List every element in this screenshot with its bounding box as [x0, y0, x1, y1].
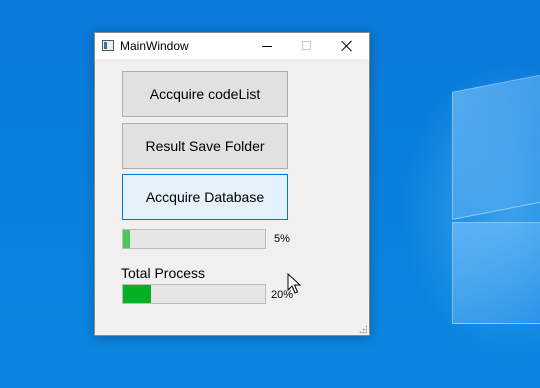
- total-progress-bar: [122, 284, 266, 304]
- minimize-button[interactable]: [247, 33, 287, 59]
- acquire-codelist-button[interactable]: Accquire codeList: [122, 71, 288, 117]
- title-bar[interactable]: MainWindow: [95, 33, 369, 59]
- main-window: MainWindow Accquire codeList Result Save…: [94, 32, 370, 336]
- current-progress-bar: [122, 229, 266, 249]
- close-icon: [341, 40, 353, 52]
- mouse-pointer-icon: [287, 273, 301, 294]
- resize-grip[interactable]: [359, 325, 367, 333]
- total-progress-fill: [123, 285, 152, 303]
- result-save-folder-button[interactable]: Result Save Folder: [122, 123, 288, 169]
- maximize-button[interactable]: [287, 33, 327, 59]
- window-title: MainWindow: [120, 39, 189, 53]
- desktop-logo-pane-top: [452, 72, 540, 220]
- acquire-database-button[interactable]: Accquire Database: [122, 174, 288, 220]
- maximize-icon: [302, 41, 311, 50]
- total-process-label: Total Process: [121, 265, 206, 281]
- desktop-logo-pane-bottom: [452, 222, 540, 324]
- current-progress-fill: [123, 230, 131, 248]
- window-app-icon: [102, 40, 114, 51]
- minimize-icon: [262, 46, 272, 47]
- current-progress-percent: 5%: [274, 233, 290, 245]
- close-button[interactable]: [327, 33, 367, 59]
